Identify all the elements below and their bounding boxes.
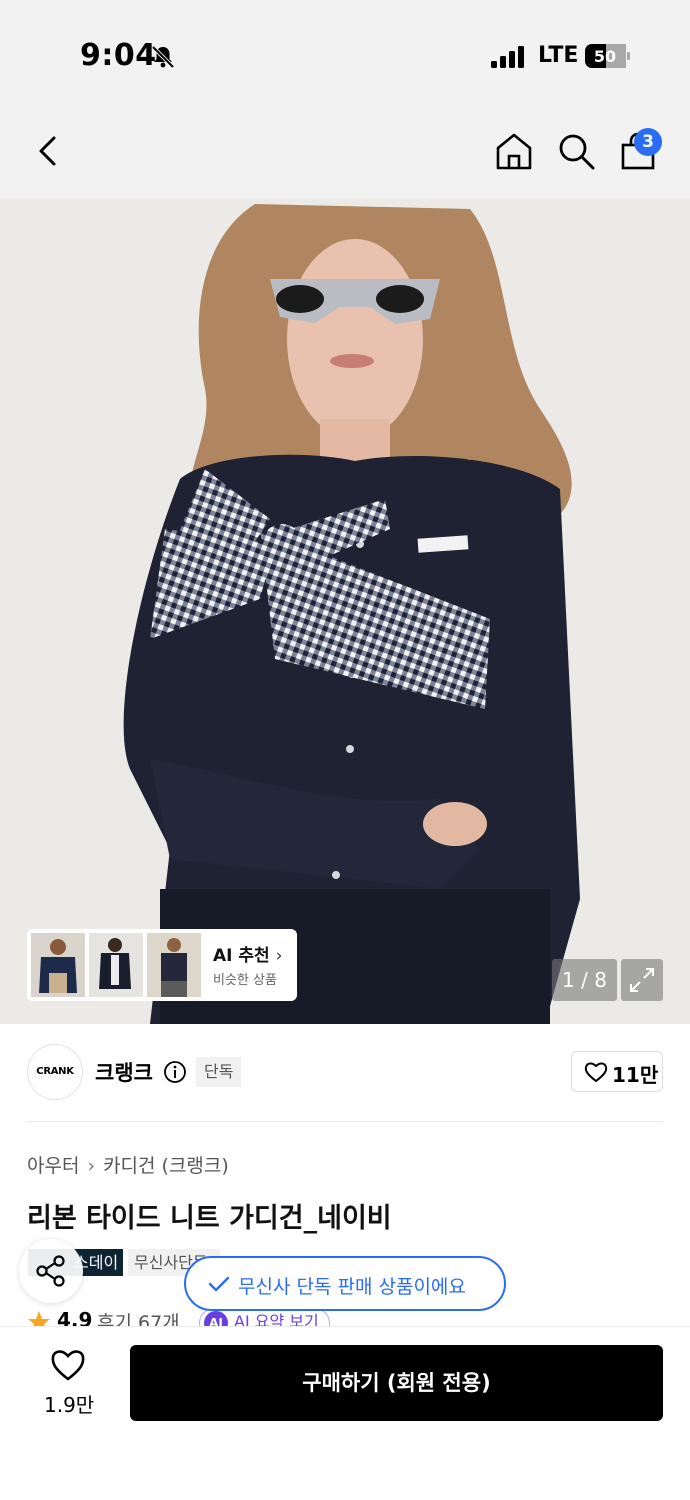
- expand-button[interactable]: [621, 959, 663, 1001]
- product-title: 리본 타이드 니트 가디건_네이비: [27, 1203, 392, 1234]
- ai-recommend-subtitle: 비슷한 상품: [213, 973, 277, 988]
- ai-thumbnail-3: [147, 933, 201, 997]
- buy-button[interactable]: 구매하기 (회원 전용): [130, 1345, 663, 1421]
- brand-logo[interactable]: CRANK: [27, 1044, 83, 1100]
- heart-icon: [584, 1062, 608, 1083]
- back-icon[interactable]: [32, 134, 66, 168]
- signal-icon: [491, 46, 524, 68]
- toast-text: 무신사 단독 판매 상품이에요: [238, 1276, 466, 1298]
- battery-icon: 50: [585, 44, 630, 68]
- chevron-right-icon: ›: [87, 1155, 96, 1177]
- battery-level: 50: [594, 47, 616, 66]
- heart-icon[interactable]: [50, 1348, 86, 1382]
- brand-name[interactable]: 크랭크: [95, 1057, 153, 1087]
- image-counter: 1 / 8: [552, 959, 617, 1001]
- share-button[interactable]: [19, 1239, 83, 1303]
- brand-like-button[interactable]: 11만: [571, 1051, 663, 1092]
- network-label: LTE: [538, 43, 579, 68]
- share-icon: [36, 1255, 65, 1287]
- chevron-right-icon: ›: [275, 946, 283, 966]
- review-count[interactable]: 후기 67개: [97, 1308, 180, 1326]
- ai-thumbnail-1: [31, 933, 85, 997]
- ai-badge-icon: AI: [204, 1311, 228, 1326]
- rating-value: 4.9: [57, 1308, 93, 1326]
- status-bar: 9:04 LTE 50: [0, 0, 690, 104]
- breadcrumb: 아우터 › 카디건 (크랭크): [27, 1151, 229, 1178]
- divider: [27, 1121, 663, 1122]
- cart-count-badge: 3: [634, 128, 662, 156]
- search-icon[interactable]: [556, 131, 596, 171]
- brand-like-count: 11만: [612, 1063, 659, 1087]
- ai-thumbnail-2: [89, 933, 143, 997]
- breadcrumb-item-outer[interactable]: 아우터: [27, 1155, 79, 1177]
- ai-summary-label: AI 요약 보기: [234, 1312, 319, 1326]
- ai-recommend-title: AI 추천 ›: [213, 946, 283, 966]
- breadcrumb-item-cardigan[interactable]: 카디건 (크랭크): [103, 1155, 229, 1177]
- check-icon: [208, 1276, 230, 1292]
- exclusive-toast: 무신사 단독 판매 상품이에요: [184, 1256, 506, 1311]
- status-time: 9:04: [80, 38, 157, 73]
- bell-muted-icon: [151, 45, 175, 69]
- expand-icon: [630, 968, 654, 992]
- home-icon[interactable]: [494, 131, 534, 171]
- exclusive-tag: 단독: [196, 1057, 242, 1087]
- product-image[interactable]: AI 추천 › 비슷한 상품 1 / 8: [0, 199, 690, 1024]
- ai-recommend-card[interactable]: AI 추천 › 비슷한 상품: [27, 929, 297, 1001]
- info-icon[interactable]: [163, 1060, 187, 1084]
- star-icon: [28, 1311, 50, 1326]
- product-like-count: 1.9만: [44, 1393, 95, 1417]
- product-photo: [0, 199, 690, 1024]
- top-nav: [0, 104, 690, 199]
